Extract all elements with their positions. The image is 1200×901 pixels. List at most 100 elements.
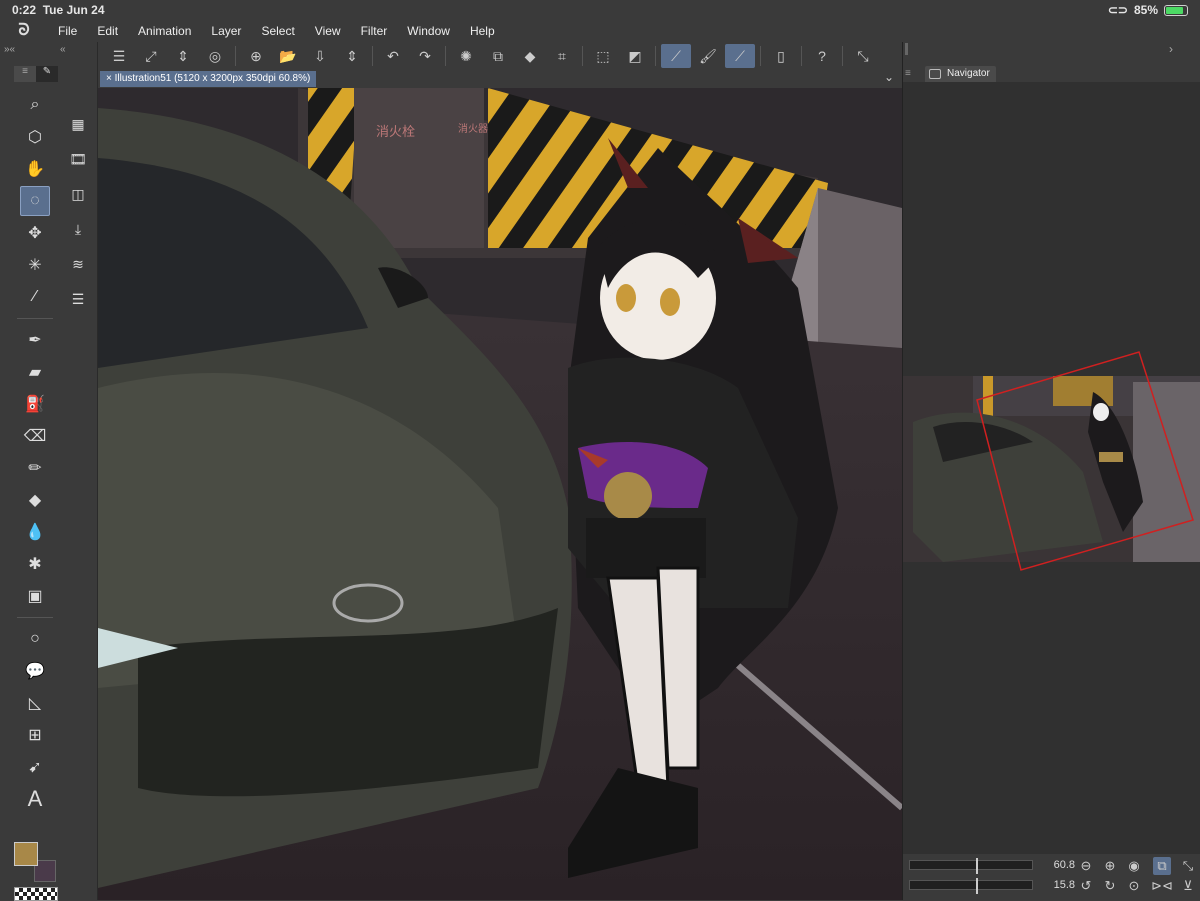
zoom-slider[interactable] bbox=[909, 858, 1033, 874]
menu-animation[interactable]: Animation bbox=[128, 24, 201, 38]
fit-to-screen-icon[interactable]: ⧉ bbox=[1153, 857, 1171, 875]
menu-select[interactable]: Select bbox=[251, 24, 304, 38]
panel-menu-icon[interactable]: ≡ bbox=[905, 68, 911, 79]
text-icon[interactable]: A bbox=[20, 784, 50, 814]
menu-window[interactable]: Window bbox=[397, 24, 460, 38]
menu-layer[interactable]: Layer bbox=[201, 24, 251, 38]
transform-icon[interactable]: ⤢ bbox=[136, 44, 166, 68]
menu-edit[interactable]: Edit bbox=[87, 24, 128, 38]
snap-ruler-icon[interactable]: ⟋ bbox=[661, 44, 691, 68]
battery-icon bbox=[1164, 4, 1188, 16]
fit-window-icon[interactable]: ⤡ bbox=[1179, 857, 1197, 875]
navigator-view[interactable] bbox=[903, 82, 1200, 854]
lasso-icon[interactable]: ◌ bbox=[20, 186, 50, 216]
panel-grip-icon[interactable] bbox=[905, 43, 908, 55]
menu-help[interactable]: Help bbox=[460, 24, 505, 38]
figure-icon[interactable]: ○ bbox=[20, 624, 50, 654]
transparent-color-swatch[interactable] bbox=[14, 887, 58, 901]
sub-tool-icon[interactable]: ▦ bbox=[66, 112, 90, 136]
menu-lines-icon[interactable]: ≡ bbox=[14, 66, 36, 82]
command-divider bbox=[235, 46, 236, 66]
zoom-out-icon[interactable]: ⊖ bbox=[1077, 857, 1095, 875]
balloon-icon[interactable]: 💬 bbox=[20, 656, 50, 686]
auto-select-icon[interactable]: ✳ bbox=[20, 250, 50, 280]
flip-vertical-icon[interactable]: ⊻ bbox=[1179, 877, 1197, 895]
layers-icon[interactable]: ☰ bbox=[66, 287, 90, 311]
menu-filter[interactable]: Filter bbox=[351, 24, 398, 38]
main-color-swatch[interactable] bbox=[14, 842, 38, 866]
smartphone-icon[interactable]: ▯ bbox=[766, 44, 796, 68]
pen-icon[interactable]: ✒ bbox=[20, 325, 50, 355]
animation-icon[interactable]: 🎞 bbox=[66, 147, 90, 171]
rotation-slider-thumb[interactable] bbox=[976, 878, 978, 894]
undo-icon[interactable]: ↶ bbox=[378, 44, 408, 68]
operation-icon[interactable]: ➹ bbox=[20, 752, 50, 782]
save-stepper-icon[interactable]: ⇕ bbox=[337, 44, 367, 68]
loading-icon[interactable]: ✺ bbox=[451, 44, 481, 68]
chevron-down-icon[interactable]: ⌄ bbox=[884, 70, 894, 84]
new-file-icon[interactable]: ⊕ bbox=[241, 44, 271, 68]
command-menu-icon[interactable]: ☰ bbox=[104, 44, 134, 68]
invert-selection-icon[interactable]: ◩ bbox=[620, 44, 650, 68]
marker-icon[interactable]: ▰ bbox=[20, 357, 50, 387]
preview-character-bow bbox=[1099, 452, 1123, 462]
command-divider bbox=[372, 46, 373, 66]
eraser-icon[interactable]: ⌫ bbox=[20, 421, 50, 451]
move-icon[interactable]: ✥ bbox=[20, 218, 50, 248]
help-icon[interactable]: ? bbox=[807, 44, 837, 68]
eyedropper-icon[interactable]: ⁄ bbox=[20, 282, 50, 312]
ruler-icon[interactable]: ◺ bbox=[20, 688, 50, 718]
hand-icon[interactable]: ✋ bbox=[20, 154, 50, 184]
redo-icon[interactable]: ↷ bbox=[410, 44, 440, 68]
gradient-icon[interactable]: ▣ bbox=[20, 581, 50, 611]
blend-icon[interactable]: 💧 bbox=[20, 517, 50, 547]
chevron-right-icon[interactable]: › bbox=[1169, 42, 1173, 56]
zoom-in-icon[interactable]: ⊕ bbox=[1101, 857, 1119, 875]
stepper-icon[interactable]: ⇕ bbox=[168, 44, 198, 68]
pencil-icon[interactable]: ✏ bbox=[20, 453, 50, 483]
flip-horizontal-icon[interactable]: ⊳⊲ bbox=[1151, 877, 1173, 895]
save-icon[interactable]: ⇩ bbox=[305, 44, 335, 68]
status-time: 0:22 Tue Jun 24 bbox=[12, 3, 105, 17]
close-icon[interactable]: × bbox=[106, 73, 112, 84]
collapse-left-icon[interactable]: »« bbox=[4, 44, 15, 55]
document-tab[interactable]: × Illustration51 (5120 x 3200px 350dpi 6… bbox=[100, 71, 317, 87]
tool-palette: »« « ≡ ✎ ⌕ ⬡ ✋ ◌ ✥ ✳ ⁄ ✒ ▰ ⛽ ⌫ ✏ ◆ 💧 ✱ ▣… bbox=[0, 42, 98, 901]
fill-icon[interactable]: ◆ bbox=[20, 485, 50, 515]
brush-settings-icon[interactable]: 🖌 bbox=[693, 44, 723, 68]
import-icon[interactable]: ⤓ bbox=[66, 217, 90, 241]
decoration-icon[interactable]: ✱ bbox=[20, 549, 50, 579]
command-divider bbox=[582, 46, 583, 66]
canvas[interactable]: 消火栓 消火器 bbox=[98, 88, 902, 900]
airbrush-icon[interactable]: ⛽ bbox=[20, 389, 50, 419]
zoom-stop-icon[interactable]: ◉ bbox=[1125, 857, 1143, 875]
status-right: ⊂⊃ 85% bbox=[1108, 3, 1188, 17]
menu-file[interactable]: File bbox=[48, 24, 87, 38]
copy-icon[interactable]: ⧉ bbox=[483, 44, 513, 68]
menu-view[interactable]: View bbox=[305, 24, 351, 38]
material-icon[interactable]: ◫ bbox=[66, 182, 90, 206]
tool-tabs: ≡ ✎ bbox=[14, 66, 58, 82]
object-icon[interactable]: ⬡ bbox=[20, 122, 50, 152]
collapse-sub-icon[interactable]: « bbox=[60, 44, 66, 55]
deselect-icon[interactable]: ⬚ bbox=[588, 44, 618, 68]
snap-special-ruler-icon[interactable]: ⟋ bbox=[725, 44, 755, 68]
fit-window-icon[interactable]: ⤡ bbox=[848, 44, 878, 68]
panel-header: › bbox=[903, 42, 1200, 58]
zoom-icon[interactable]: ⌕ bbox=[20, 90, 50, 120]
reset-rotation-icon[interactable]: ⊙ bbox=[1125, 877, 1143, 895]
rotate-left-icon[interactable]: ↺ bbox=[1077, 877, 1095, 895]
zoom-slider-thumb[interactable] bbox=[976, 858, 978, 874]
app-logo-icon[interactable]: ᘐ bbox=[0, 22, 48, 40]
open-folder-icon[interactable]: 📂 bbox=[273, 44, 303, 68]
layer-property-icon[interactable]: ≋ bbox=[66, 252, 90, 276]
frame-icon[interactable]: ⊞ bbox=[20, 720, 50, 750]
brush-tab-icon[interactable]: ✎ bbox=[36, 66, 58, 82]
companion-icon[interactable]: ◎ bbox=[200, 44, 230, 68]
tool-divider bbox=[17, 617, 53, 618]
preview-character-face bbox=[1093, 403, 1109, 421]
rotation-slider[interactable] bbox=[909, 878, 1033, 894]
crop-icon[interactable]: ⌗ bbox=[547, 44, 577, 68]
rotate-right-icon[interactable]: ↻ bbox=[1101, 877, 1119, 895]
fill-bucket-icon[interactable]: ◆ bbox=[515, 44, 545, 68]
